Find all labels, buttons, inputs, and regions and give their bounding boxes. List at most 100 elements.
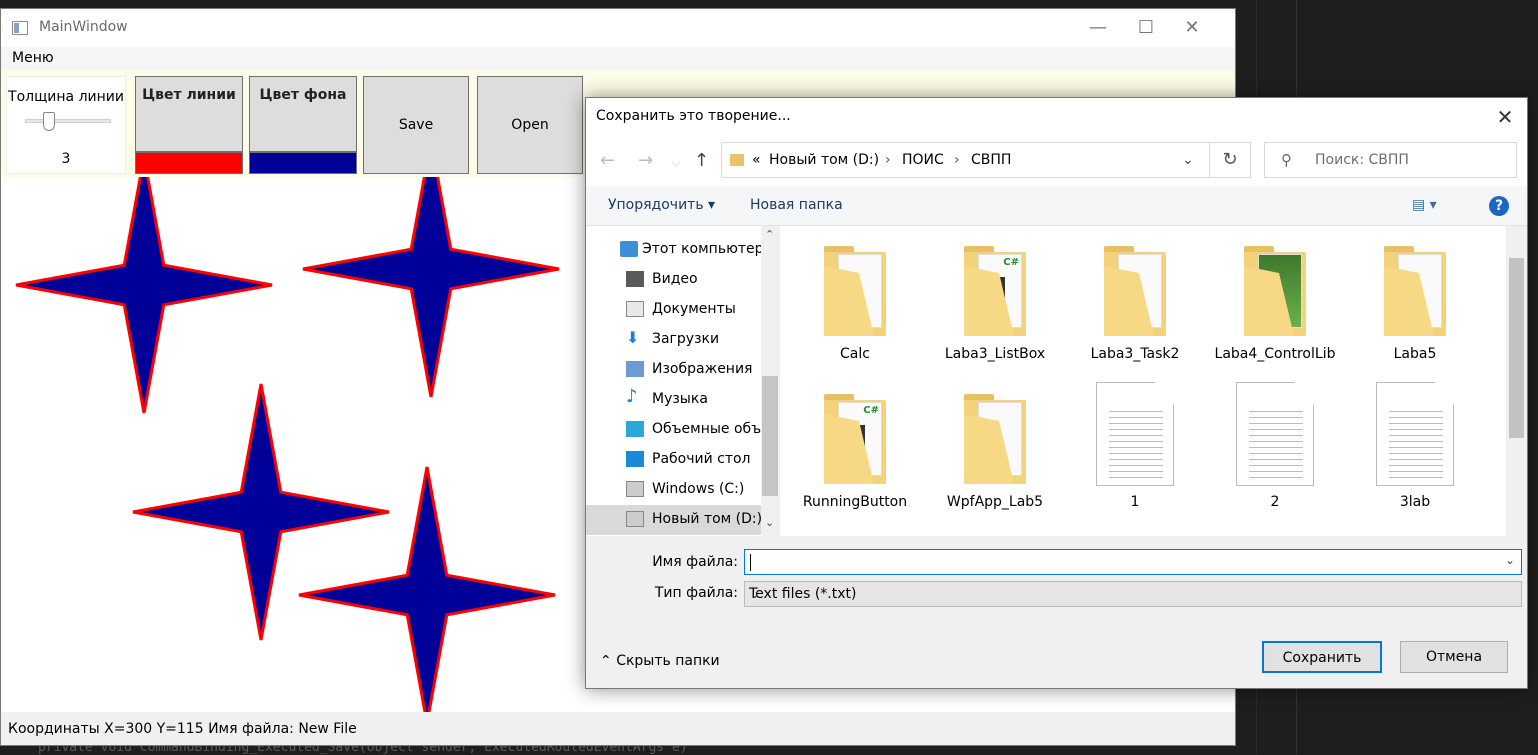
thickness-slider-thumb[interactable] xyxy=(43,112,55,131)
breadcrumb-prefix: « xyxy=(752,152,761,168)
breadcrumb-item[interactable]: Новый том (D:) xyxy=(769,152,879,168)
filename-label: Имя файла: xyxy=(652,554,738,570)
nav-item-label: Рабочий стол xyxy=(652,451,751,467)
refresh-icon[interactable]: ↻ xyxy=(1209,142,1251,178)
nav-item-label: Объемные объекты xyxy=(652,421,761,437)
file-grid: Calc C# Laba3_ListBox Laba3_Task2 Laba4_Cont… xyxy=(780,226,1506,536)
file-grid-scrollbar[interactable] xyxy=(1506,226,1527,536)
documents-icon xyxy=(626,301,644,317)
file-name: Laba3_Task2 xyxy=(1090,346,1180,362)
desktop-icon xyxy=(626,451,644,467)
search-icon: ⚲ xyxy=(1281,151,1292,169)
file-item[interactable]: Laba5 xyxy=(1350,231,1480,369)
maximize-button[interactable]: ☐ xyxy=(1123,9,1169,47)
text-file-icon xyxy=(1096,382,1174,486)
thickness-slider-track[interactable] xyxy=(25,119,111,123)
csharp-folder-icon: C# xyxy=(964,246,1028,338)
file-item[interactable]: WpfApp_Lab5 xyxy=(930,379,1060,517)
nav-item-label: Новый том (D:) xyxy=(652,511,761,527)
pictures-icon xyxy=(626,361,644,377)
chevron-down-icon[interactable]: ⌄ xyxy=(1182,152,1194,168)
file-item[interactable]: Calc xyxy=(790,231,920,369)
video-icon xyxy=(626,271,644,287)
up-arrow-icon[interactable]: ↑ xyxy=(694,150,709,171)
file-name: Laba5 xyxy=(1393,346,1437,362)
nav-item[interactable]: Объемные объекты xyxy=(586,415,761,445)
nav-item[interactable]: Рабочий стол xyxy=(586,445,761,475)
bg-color-button[interactable]: Цвет фона xyxy=(249,76,357,174)
text-file-icon xyxy=(1236,382,1314,486)
nav-item[interactable]: Новый том (D:) xyxy=(586,505,761,535)
file-item[interactable]: Laba3_Task2 xyxy=(1070,231,1200,369)
hide-folders-label: Скрыть папки xyxy=(616,653,720,669)
organize-button[interactable]: Упорядочить ▾ xyxy=(608,197,715,213)
minimize-button[interactable]: — xyxy=(1075,9,1121,47)
search-placeholder: Поиск: СВПП xyxy=(1315,152,1409,168)
app-icon xyxy=(12,21,28,35)
new-folder-button[interactable]: Новая папка xyxy=(750,197,843,213)
chevron-down-icon[interactable]: ⌄ xyxy=(1505,553,1515,567)
nav-item-label: Видео xyxy=(652,271,698,287)
file-item[interactable]: 1 xyxy=(1070,379,1200,517)
search-input[interactable]: ⚲ Поиск: СВПП xyxy=(1264,142,1517,178)
nav-item[interactable]: Изображения xyxy=(586,355,761,385)
nav-scrollbar[interactable]: ⌃ ⌄ xyxy=(761,226,779,536)
save-button[interactable]: Save xyxy=(363,76,469,174)
bg-color-label: Цвет фона xyxy=(259,87,347,103)
nav-item-label: Изображения xyxy=(652,361,753,377)
save-dialog-button[interactable]: Сохранить xyxy=(1262,641,1382,673)
breadcrumb-item[interactable]: СВПП xyxy=(971,152,1011,168)
file-item[interactable]: Laba4_ControlLib xyxy=(1210,231,1340,369)
nav-item[interactable]: Этот компьютер xyxy=(586,235,761,265)
bg-color-swatch xyxy=(250,151,356,173)
downloads-icon: ⬇ xyxy=(626,328,640,347)
star-shape xyxy=(15,177,273,414)
computer-icon xyxy=(620,241,638,257)
view-options-icon[interactable]: ▤ ▾ xyxy=(1412,197,1437,213)
file-name: 3lab xyxy=(1399,494,1431,510)
organize-label: Упорядочить xyxy=(608,197,704,213)
file-name: WpfApp_Lab5 xyxy=(946,494,1044,510)
address-bar[interactable]: « Новый том (D:) › ПОИС › СВПП ⌄ xyxy=(721,142,1251,178)
nav-item[interactable]: Документы xyxy=(586,295,761,325)
file-item[interactable]: 3lab xyxy=(1350,379,1480,517)
file-item[interactable]: C# RunningButton xyxy=(790,379,920,517)
close-button[interactable]: ✕ xyxy=(1169,9,1215,47)
filename-input[interactable]: ⌄ xyxy=(744,549,1522,575)
help-icon[interactable]: ? xyxy=(1489,196,1509,216)
breadcrumb-item[interactable]: ПОИС xyxy=(902,152,944,168)
filetype-select[interactable]: Text files (*.txt) ⌄ xyxy=(744,581,1522,607)
file-name: Calc xyxy=(840,346,870,362)
filetype-label: Тип файла: xyxy=(654,585,738,601)
folder-icon xyxy=(730,154,744,166)
nav-item[interactable]: ♪ Музыка xyxy=(586,385,761,415)
text-file-icon xyxy=(1376,382,1454,486)
dialog-title: Сохранить это творение... xyxy=(596,108,791,124)
main-window-titlebar: MainWindow — ☐ ✕ xyxy=(1,9,1235,47)
file-item[interactable]: 2 xyxy=(1210,379,1340,517)
menu-bar: Меню xyxy=(1,47,1235,71)
save-dialog: Сохранить это творение... ✕ ← → ⌵ ↑ « Но… xyxy=(585,97,1528,689)
status-text: Координаты X=300 Y=115 Имя файла: New Fi… xyxy=(8,721,357,737)
folder-icon xyxy=(1244,246,1308,338)
recent-dropdown-icon[interactable]: ⌵ xyxy=(672,156,680,170)
drive-d-icon xyxy=(626,511,644,527)
nav-item[interactable]: ⬇ Загрузки xyxy=(586,325,761,355)
open-button[interactable]: Open xyxy=(477,76,583,174)
dialog-close-button[interactable]: ✕ xyxy=(1483,98,1527,136)
navigation-pane: Этот компьютер Видео Документы ⬇ Загрузки Изо… xyxy=(586,226,779,536)
file-name: RunningButton xyxy=(802,494,908,510)
nav-item[interactable]: Windows (C:) xyxy=(586,475,761,505)
folder-icon xyxy=(824,246,888,338)
status-bar: Координаты X=300 Y=115 Имя файла: New Fi… xyxy=(1,712,1235,745)
line-color-button[interactable]: Цвет линии xyxy=(135,76,243,174)
menu-item[interactable]: Меню xyxy=(12,50,54,66)
file-item[interactable]: C# Laba3_ListBox xyxy=(930,231,1060,369)
hide-folders-button[interactable]: ⌃ Скрыть папки xyxy=(600,653,720,669)
nav-item-label: Музыка xyxy=(652,391,708,407)
forward-arrow-icon[interactable]: → xyxy=(638,150,653,171)
cancel-button[interactable]: Отмена xyxy=(1400,641,1508,673)
chevron-down-icon: ⌄ xyxy=(749,586,761,602)
nav-item[interactable]: Видео xyxy=(586,265,761,295)
back-arrow-icon[interactable]: ← xyxy=(600,150,615,171)
